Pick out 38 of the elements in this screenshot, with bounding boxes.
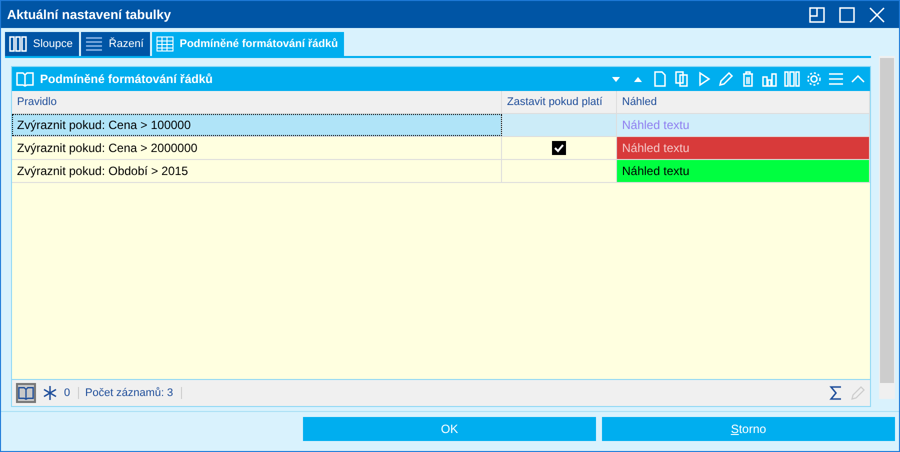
checkbox[interactable] bbox=[552, 141, 566, 155]
tab[interactable]: Sloupce bbox=[5, 32, 79, 56]
preview-text: Náhled textu bbox=[622, 141, 690, 155]
book-icon bbox=[18, 385, 34, 401]
book-toggle[interactable] bbox=[16, 383, 36, 403]
sum-icon[interactable] bbox=[828, 385, 844, 401]
columns-icon[interactable] bbox=[784, 71, 800, 87]
panel-title: Podmíněné formátování řádků bbox=[40, 72, 214, 86]
restore-icon[interactable] bbox=[809, 6, 825, 22]
pencil-icon[interactable] bbox=[850, 385, 866, 401]
menu-icon[interactable] bbox=[828, 71, 844, 87]
columns-icon bbox=[9, 36, 27, 52]
frozen-count: 0 bbox=[64, 387, 80, 399]
table-cell: Zvýraznit pokud: Cena > 2000000 bbox=[12, 137, 502, 159]
document-icon[interactable] bbox=[652, 71, 668, 87]
book-icon bbox=[16, 71, 34, 87]
copy-icon[interactable] bbox=[674, 71, 690, 87]
table-cell: Zvýraznit pokud: Období > 2015 bbox=[12, 160, 502, 182]
lines-icon bbox=[84, 36, 103, 52]
tab-label: Podmíněné formátování řádků bbox=[180, 38, 338, 50]
column-header[interactable]: Náhled bbox=[617, 91, 870, 113]
preview-text: Náhled textu bbox=[622, 164, 690, 178]
close-icon[interactable] bbox=[869, 6, 885, 22]
gear-icon[interactable] bbox=[806, 71, 822, 87]
column-header[interactable]: Zastavit pokud platí bbox=[502, 91, 617, 113]
window-title: Aktuální nastavení tabulky bbox=[7, 7, 172, 22]
bar-chart-icon[interactable] bbox=[762, 71, 778, 87]
tab[interactable]: Řazení bbox=[80, 32, 150, 56]
record-count: Počet záznamů: 3 bbox=[85, 387, 182, 399]
column-header[interactable]: Pravidlo bbox=[12, 91, 502, 113]
table-icon bbox=[156, 36, 174, 52]
scrollbar[interactable] bbox=[879, 56, 895, 399]
tab-label: Sloupce bbox=[33, 38, 73, 50]
trash-icon[interactable] bbox=[740, 71, 756, 87]
table-cell: Zvýraznit pokud: Cena > 100000 bbox=[12, 114, 502, 136]
tab-label: Řazení bbox=[108, 38, 144, 50]
maximize-icon[interactable] bbox=[839, 6, 855, 22]
preview-text: Náhled textu bbox=[622, 118, 690, 132]
